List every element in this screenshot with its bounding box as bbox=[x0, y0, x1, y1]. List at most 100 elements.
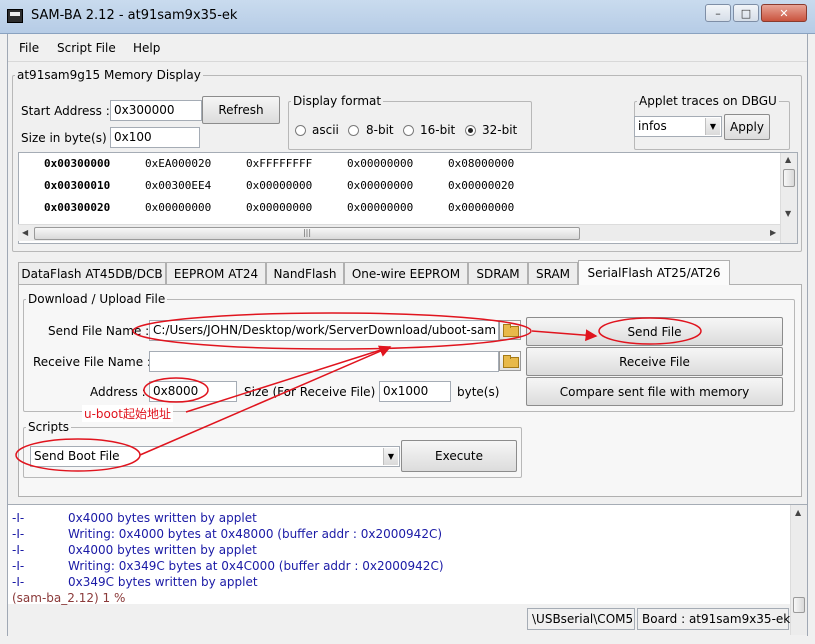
send-file-name-label: Send File Name : bbox=[48, 324, 150, 338]
memory-display-title: at91sam9g15 Memory Display bbox=[17, 68, 201, 82]
log-message: Writing: 0x4000 bytes at 0x48000 (buffer… bbox=[68, 527, 443, 541]
display-format-group: Display format bbox=[288, 94, 532, 150]
status-connection: \USBserial\COM5 bbox=[527, 608, 635, 630]
receive-file-button[interactable]: Receive File bbox=[526, 347, 783, 376]
scrollbar-thumb[interactable] bbox=[783, 169, 795, 187]
scrollbar-thumb[interactable] bbox=[793, 597, 805, 613]
applet-traces-title: Applet traces on DBGU bbox=[639, 94, 777, 108]
radio-32bit[interactable] bbox=[465, 125, 476, 136]
log-tag: -I- bbox=[12, 575, 25, 589]
menu-bar: File Script File Help bbox=[8, 34, 807, 62]
memory-cell: 0x00000000 bbox=[145, 201, 212, 214]
address-label: Address : bbox=[90, 385, 146, 399]
log-vertical-scrollbar[interactable]: ▲ bbox=[790, 505, 807, 635]
radio-ascii[interactable] bbox=[295, 125, 306, 136]
browse-send-file-icon[interactable] bbox=[499, 320, 521, 340]
size-input[interactable]: 0x100 bbox=[110, 127, 200, 148]
memory-cell: 0x00000020 bbox=[448, 179, 515, 192]
memory-cell: 0xFFFFFFFF bbox=[246, 157, 313, 170]
radio-16bit-label: 16-bit bbox=[420, 123, 456, 137]
tab-sdram[interactable]: SDRAM bbox=[468, 262, 528, 284]
send-file-name-input[interactable]: C:/Users/JOHN/Desktop/work/ServerDownloa… bbox=[149, 320, 499, 341]
close-icon[interactable]: ✕ bbox=[761, 4, 807, 22]
scroll-up-icon[interactable]: ▲ bbox=[795, 508, 801, 517]
scroll-down-icon[interactable]: ▼ bbox=[785, 209, 791, 218]
start-address-input[interactable]: 0x300000 bbox=[110, 100, 202, 121]
receive-size-label: Size (For Receive File) : bbox=[244, 385, 384, 399]
scroll-left-icon[interactable]: ◀ bbox=[22, 228, 28, 237]
memory-cell: 0x08000000 bbox=[448, 157, 515, 170]
memory-cell: 0x00000000 bbox=[347, 157, 414, 170]
tab-eeprom-at24[interactable]: EEPROM AT24 bbox=[166, 262, 266, 284]
download-upload-title: Download / Upload File bbox=[28, 292, 166, 306]
applet-traces-value: infos bbox=[638, 119, 667, 133]
console-prompt[interactable]: (sam-ba_2.12) 1 % bbox=[12, 591, 125, 605]
receive-file-name-input[interactable] bbox=[149, 351, 499, 372]
chevron-down-icon[interactable]: ▼ bbox=[383, 448, 398, 465]
log-tag: -I- bbox=[12, 511, 25, 525]
tab-dataflash[interactable]: DataFlash AT45DB/DCB bbox=[18, 262, 166, 284]
chevron-down-icon[interactable]: ▼ bbox=[705, 118, 720, 135]
compare-file-button[interactable]: Compare sent file with memory bbox=[526, 377, 783, 406]
maximize-icon[interactable]: □ bbox=[733, 4, 759, 22]
execute-button[interactable]: Execute bbox=[401, 440, 517, 472]
receive-file-name-label: Receive File Name : bbox=[33, 355, 151, 369]
radio-16bit[interactable] bbox=[403, 125, 414, 136]
memory-row: 0x00300020 0x00000000 0x00000000 0x00000… bbox=[19, 197, 779, 219]
browse-receive-file-icon[interactable] bbox=[499, 351, 521, 371]
receive-size-unit: byte(s) bbox=[457, 385, 500, 399]
log-tag: -I- bbox=[12, 543, 25, 557]
memory-row: 0x00300000 0xEA000020 0xFFFFFFFF 0x00000… bbox=[19, 153, 779, 175]
refresh-button[interactable]: Refresh bbox=[202, 96, 280, 124]
scroll-right-icon[interactable]: ▶ bbox=[770, 228, 776, 237]
minimize-icon[interactable]: – bbox=[705, 4, 731, 22]
radio-32bit-label: 32-bit bbox=[482, 123, 518, 137]
menu-script-file[interactable]: Script File bbox=[57, 41, 116, 55]
tab-sram[interactable]: SRAM bbox=[528, 262, 578, 284]
scripts-value: Send Boot File bbox=[34, 449, 120, 463]
memory-type-tabs: DataFlash AT45DB/DCB EEPROM AT24 NandFla… bbox=[18, 260, 808, 285]
memory-cell: 0x00000000 bbox=[246, 179, 313, 192]
memory-row: 0x00300010 0x00300EE4 0x00000000 0x00000… bbox=[19, 175, 779, 197]
log-message: 0x4000 bytes written by applet bbox=[68, 511, 257, 525]
tab-serialflash[interactable]: SerialFlash AT25/AT26 bbox=[578, 260, 730, 285]
log-console[interactable]: -I- 0x4000 bytes written by applet -I- W… bbox=[8, 504, 807, 635]
send-file-button[interactable]: Send File bbox=[526, 317, 783, 346]
display-format-title: Display format bbox=[293, 94, 382, 108]
log-tag: -I- bbox=[12, 527, 25, 541]
memory-row-address: 0x00300020 bbox=[44, 201, 111, 214]
window-title: SAM-BA 2.12 - at91sam9x35-ek bbox=[31, 8, 238, 23]
receive-size-input[interactable]: 0x1000 bbox=[379, 381, 451, 402]
radio-8bit-label: 8-bit bbox=[366, 123, 394, 137]
address-input[interactable]: 0x8000 bbox=[149, 381, 237, 402]
app-icon bbox=[7, 9, 23, 23]
memory-horizontal-scrollbar[interactable]: ◀ ||| ▶ bbox=[18, 224, 780, 241]
apply-button[interactable]: Apply bbox=[724, 114, 770, 140]
memory-cell: 0x00300EE4 bbox=[145, 179, 212, 192]
status-board: Board : at91sam9x35-ek bbox=[637, 608, 790, 630]
annotation-note: u-boot起始地址 bbox=[82, 405, 173, 422]
log-message: Writing: 0x349C bytes at 0x4C000 (buffer… bbox=[68, 559, 444, 573]
log-message: 0x349C bytes written by applet bbox=[68, 575, 258, 589]
memory-cell: 0xEA000020 bbox=[145, 157, 212, 170]
size-label: Size in byte(s) : bbox=[21, 131, 115, 145]
title-bar: SAM-BA 2.12 - at91sam9x35-ek – □ ✕ bbox=[0, 0, 815, 34]
memory-cell: 0x00000000 bbox=[347, 179, 414, 192]
menu-file[interactable]: File bbox=[19, 41, 39, 55]
memory-vertical-scrollbar[interactable]: ▲ ▼ bbox=[780, 153, 797, 243]
log-tag: -I- bbox=[12, 559, 25, 573]
tab-one-wire-eeprom[interactable]: One-wire EEPROM bbox=[344, 262, 468, 284]
scrollbar-thumb[interactable]: ||| bbox=[34, 227, 580, 240]
menu-help[interactable]: Help bbox=[133, 41, 160, 55]
radio-8bit[interactable] bbox=[348, 125, 359, 136]
memory-cell: 0x00000000 bbox=[347, 201, 414, 214]
scroll-up-icon[interactable]: ▲ bbox=[785, 155, 791, 164]
tab-nandflash[interactable]: NandFlash bbox=[266, 262, 344, 284]
start-address-label: Start Address : bbox=[21, 104, 110, 118]
memory-row-address: 0x00300000 bbox=[44, 157, 111, 170]
scripts-title: Scripts bbox=[28, 420, 70, 434]
memory-cell: 0x00000000 bbox=[246, 201, 313, 214]
scripts-select[interactable]: Send Boot File ▼ bbox=[30, 446, 400, 467]
applet-traces-select[interactable]: infos ▼ bbox=[634, 116, 722, 137]
log-message: 0x4000 bytes written by applet bbox=[68, 543, 257, 557]
